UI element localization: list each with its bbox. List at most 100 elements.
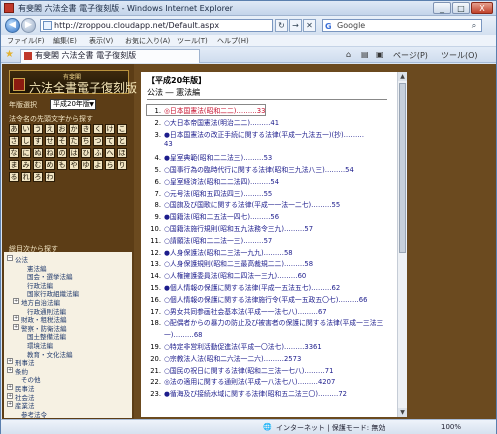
- law-title-link[interactable]: ○大日本帝国憲法(明治二二)………41: [164, 119, 279, 127]
- home-icon[interactable]: ⌂: [346, 50, 351, 59]
- law-title-link[interactable]: ●日本国憲法の改正手続に関する法律(平成一九法五一)(抄)………: [164, 131, 364, 139]
- law-title-link[interactable]: ○国民の祝日に関する法律(昭和二三法一七八)………71: [164, 367, 333, 375]
- law-item[interactable]: 16. ○個人情報の保護に関する法律施行令(平成一五政五〇七)………66: [147, 294, 367, 304]
- kana-button[interactable]: ぬ: [33, 148, 43, 158]
- kana-button[interactable]: み: [21, 160, 31, 170]
- kana-button[interactable]: え: [45, 124, 55, 134]
- law-title-link[interactable]: ●循海及び接続水域に関する法律(昭和五二法三〇)………72: [164, 390, 347, 398]
- tab-active[interactable]: 有斐閣 六法全書 電子復刻版: [20, 49, 200, 63]
- law-item[interactable]: 5. ○国事行為の臨時代行に関する法律(昭和三九法八三)………54: [147, 164, 354, 174]
- kana-button[interactable]: わ: [45, 172, 55, 182]
- menu-help[interactable]: ヘルプ(H): [217, 36, 249, 46]
- law-item[interactable]: 1. ◎日本国憲法(昭和二二)………33: [145, 104, 267, 116]
- go-icon[interactable]: →: [289, 19, 302, 32]
- law-item[interactable]: 22. ◎法の適用に関する通則法(平成一八法七八)………4207: [147, 376, 335, 386]
- menu-favorites[interactable]: お気に入り(A): [125, 36, 170, 46]
- law-item[interactable]: 3. ●日本国憲法の改正手続に関する法律(平成一九法五一)(抄)………: [147, 129, 365, 139]
- law-item[interactable]: 19. ○特定非営利活動促進法(平成一〇法七)………3361: [147, 341, 322, 351]
- law-item[interactable]: 8. ○国旗及び国歌に関する法律(平成一一法一二七)………55: [147, 199, 341, 209]
- law-title-link[interactable]: ○宗教法人法(昭和二六法一二六)………2573: [164, 355, 301, 363]
- kana-button[interactable]: と: [117, 136, 127, 146]
- expand-icon[interactable]: +: [7, 384, 13, 390]
- law-title-link[interactable]: ○配偶者からの暴力の防止及び被害者の保護に関する法律(平成一三法三: [164, 319, 383, 327]
- law-item[interactable]: 21. ○国民の祝日に関する法律(昭和二三法一七八)………71: [147, 365, 333, 375]
- kana-button[interactable]: せ: [45, 136, 55, 146]
- kana-button[interactable]: り: [117, 160, 127, 170]
- kana-button[interactable]: に: [21, 148, 31, 158]
- close-button[interactable]: X: [471, 2, 493, 14]
- law-title-link[interactable]: ●人身保護法(昭和二三法一九九)………58: [164, 249, 293, 257]
- kana-button[interactable]: き: [81, 124, 91, 134]
- expand-icon[interactable]: +: [7, 401, 13, 408]
- law-title-link[interactable]: ○国事行為の臨時代行に関する法律(昭和三九法八三)………54: [164, 166, 354, 174]
- kana-button[interactable]: の: [57, 148, 67, 158]
- vertical-scrollbar[interactable]: ▲ ▼: [397, 72, 407, 417]
- kana-button[interactable]: つ: [93, 136, 103, 146]
- kana-button[interactable]: や: [69, 160, 79, 170]
- law-title-continuation[interactable]: 43: [164, 140, 173, 148]
- kana-button[interactable]: こ: [117, 124, 127, 134]
- law-item[interactable]: 20. ○宗教法人法(昭和二六法一二六)………2573: [147, 353, 301, 363]
- law-title-link[interactable]: ○特定非営利活動促進法(平成一〇法七)………3361: [164, 343, 322, 351]
- collapse-icon[interactable]: −: [7, 255, 13, 261]
- kana-button[interactable]: れ: [21, 172, 31, 182]
- maximize-button[interactable]: □: [452, 2, 470, 14]
- law-item[interactable]: 23. ●循海及び接続水域に関する法律(昭和五二法三〇)………72: [147, 388, 347, 398]
- law-item[interactable]: 11. ○請願法(昭和二二法一三)………57: [147, 235, 272, 245]
- kana-button[interactable]: う: [33, 124, 43, 134]
- address-input[interactable]: http://zroppou.cloudapp.net/Default.aspx: [40, 19, 273, 32]
- kana-button[interactable]: さ: [9, 136, 19, 146]
- kana-button[interactable]: ひ: [81, 148, 91, 158]
- kana-button[interactable]: そ: [57, 136, 67, 146]
- law-title-link[interactable]: ○皇室経済法(昭和二二法四)………54: [164, 178, 279, 186]
- search-icon[interactable]: ⌕: [468, 20, 480, 31]
- kana-button[interactable]: ち: [81, 136, 91, 146]
- kana-button[interactable]: て: [105, 136, 115, 146]
- print-icon[interactable]: ▣: [376, 50, 384, 59]
- kana-button[interactable]: へ: [105, 148, 115, 158]
- kana-button[interactable]: た: [69, 136, 79, 146]
- menu-edit[interactable]: 編集(E): [53, 36, 77, 46]
- law-item[interactable]: 6. ○皇室経済法(昭和二二法四)………54: [147, 176, 280, 186]
- menu-view[interactable]: 表示(V): [89, 36, 113, 46]
- kana-button[interactable]: く: [93, 124, 103, 134]
- kana-button[interactable]: あ: [9, 124, 19, 134]
- expand-icon[interactable]: +: [7, 366, 13, 373]
- kana-button[interactable]: ら: [105, 160, 115, 170]
- law-item[interactable]: 17. ○男女共同参画社会基本法(平成一一法七八)………67: [147, 306, 327, 316]
- law-title-link[interactable]: ◎法の適用に関する通則法(平成一八法七八)………4207: [164, 378, 335, 386]
- law-item[interactable]: 14. ○人権擁護委員法(昭和二四法一三九)………60: [147, 270, 306, 280]
- expand-icon[interactable]: +: [7, 392, 13, 399]
- law-title-link[interactable]: ○男女共同参画社会基本法(平成一一法七八)………67: [164, 308, 327, 316]
- kana-button[interactable]: ゆ: [81, 160, 91, 170]
- kana-button[interactable]: ま: [9, 160, 19, 170]
- menu-file[interactable]: ファイル(F): [7, 36, 45, 46]
- refresh-icon[interactable]: ↻: [275, 19, 288, 32]
- tree-item[interactable]: 参考法令: [21, 409, 47, 418]
- expand-icon[interactable]: +: [7, 358, 13, 365]
- kana-button[interactable]: な: [9, 148, 19, 158]
- kana-button[interactable]: ほ: [117, 148, 127, 158]
- law-item[interactable]: 10. ○国籍法施行規則(昭和五九法務令三九)………57: [147, 223, 313, 233]
- scroll-thumb[interactable]: [399, 83, 406, 253]
- law-item[interactable]: 13. ○人身保護規則(昭和二三最高裁規二二)………58: [147, 258, 313, 268]
- kana-button[interactable]: お: [57, 124, 67, 134]
- kana-button[interactable]: ふ: [93, 148, 103, 158]
- zoom-level[interactable]: 100%: [441, 423, 461, 431]
- kana-button[interactable]: よ: [93, 160, 103, 170]
- law-item[interactable]: 7. ○元号法(昭和五四法四三)………55: [147, 188, 273, 198]
- kana-button[interactable]: む: [33, 160, 43, 170]
- law-title-link[interactable]: ○元号法(昭和五四法四三)………55: [164, 190, 272, 198]
- kana-button[interactable]: め: [45, 160, 55, 170]
- kana-button[interactable]: は: [69, 148, 79, 158]
- expand-icon[interactable]: +: [13, 323, 19, 330]
- kana-button[interactable]: ろ: [33, 172, 43, 182]
- tools-menu[interactable]: ツール(O): [441, 50, 478, 61]
- page-menu[interactable]: ページ(P): [393, 50, 428, 61]
- kana-button[interactable]: る: [9, 172, 19, 182]
- law-title-link[interactable]: ●国籍法(昭和二五法一四七)………56: [164, 213, 279, 221]
- law-item[interactable]: 9. ●国籍法(昭和二五法一四七)………56: [147, 211, 280, 221]
- law-title-link[interactable]: ○人権擁護委員法(昭和二四法一三九)………60: [164, 272, 306, 280]
- law-item[interactable]: 12. ●人身保護法(昭和二三法一九九)………58: [147, 247, 293, 257]
- back-arrow-icon[interactable]: ◀: [5, 18, 20, 33]
